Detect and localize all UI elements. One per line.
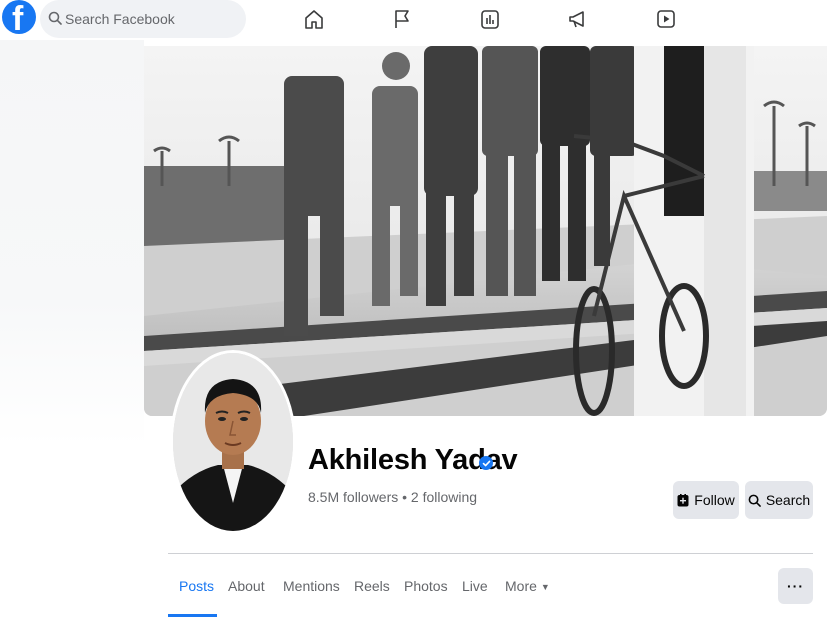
followers-count[interactable]: 8.5M followers • 2 following bbox=[308, 489, 477, 505]
profile-divider bbox=[168, 553, 813, 554]
flag-icon[interactable] bbox=[388, 5, 416, 33]
search-label: Search bbox=[765, 492, 811, 508]
facebook-logo[interactable]: f bbox=[2, 0, 36, 34]
search-input[interactable] bbox=[65, 9, 235, 29]
search-icon bbox=[48, 11, 62, 25]
more-options-button[interactable]: ··· bbox=[778, 568, 813, 604]
tab-live[interactable]: Live bbox=[462, 578, 488, 594]
top-navigation-bar: f bbox=[0, 0, 827, 40]
active-tab-indicator bbox=[168, 614, 217, 617]
chevron-down-icon: ▼ bbox=[540, 582, 550, 592]
follow-button[interactable]: Follow bbox=[673, 481, 739, 519]
follow-icon bbox=[677, 493, 689, 506]
tab-posts[interactable]: Posts bbox=[179, 578, 214, 594]
tab-more[interactable]: More ▼ bbox=[505, 578, 550, 594]
follow-label: Follow bbox=[694, 492, 735, 508]
profile-search-button[interactable]: Search bbox=[745, 481, 813, 519]
chart-icon[interactable] bbox=[476, 5, 504, 33]
tab-reels[interactable]: Reels bbox=[354, 578, 390, 594]
profile-picture[interactable] bbox=[170, 350, 296, 534]
tab-more-label: More bbox=[505, 578, 537, 594]
verified-badge-icon bbox=[479, 456, 493, 470]
search-bar[interactable] bbox=[40, 0, 246, 38]
facebook-logo-letter: f bbox=[12, 0, 24, 34]
page-background bbox=[0, 40, 144, 620]
search-icon bbox=[748, 494, 761, 507]
tab-photos[interactable]: Photos bbox=[404, 578, 448, 594]
megaphone-icon[interactable] bbox=[564, 5, 592, 33]
profile-photo-image bbox=[173, 353, 293, 531]
video-icon[interactable] bbox=[652, 5, 680, 33]
tab-about[interactable]: About bbox=[228, 578, 265, 594]
home-icon[interactable] bbox=[300, 5, 328, 33]
tab-mentions[interactable]: Mentions bbox=[283, 578, 340, 594]
